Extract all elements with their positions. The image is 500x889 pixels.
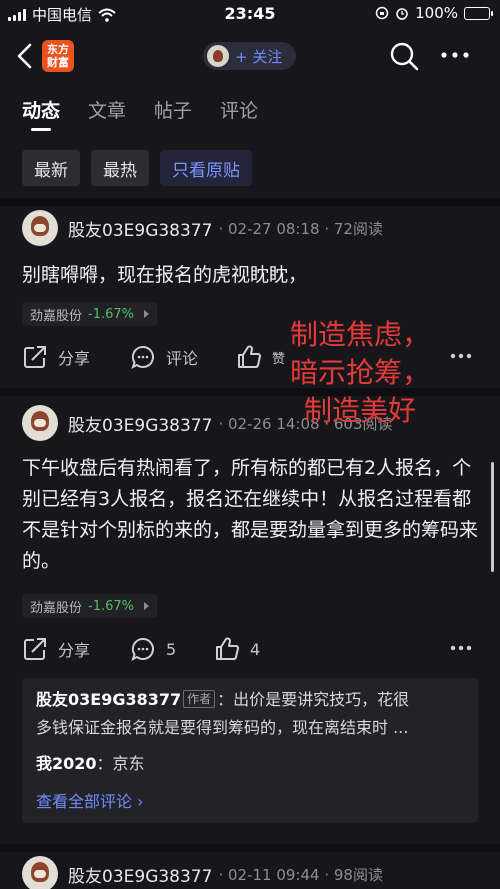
comment-author[interactable]: 股友03E9G38377 <box>36 690 181 709</box>
share-icon <box>24 638 46 660</box>
comment-icon <box>131 637 154 661</box>
filter-latest[interactable]: 最新 <box>22 150 80 186</box>
chevron-right-icon <box>144 602 150 610</box>
author-badge: 作者 <box>183 690 216 708</box>
status-bar: 中国电信 23:45 100% <box>0 0 500 28</box>
tab-posts[interactable]: 帖子 <box>154 96 192 123</box>
like-button[interactable]: 4 <box>214 636 260 662</box>
battery-icon <box>464 6 493 20</box>
comment-line: 我2020：京东 <box>36 751 468 777</box>
stock-tag[interactable]: 劲嘉股份 -1.67% <box>22 302 158 326</box>
comment-label: 评论 <box>166 349 199 368</box>
post-meta: · 02-27 08:18 · 72阅读 <box>218 219 383 238</box>
chevron-right-icon <box>144 310 150 318</box>
post-header: 股友03E9G38377 · 02-11 09:44 · 98阅读 <box>22 856 383 889</box>
comment-author[interactable]: 我2020 <box>36 754 97 773</box>
thumbs-up-icon <box>216 637 240 660</box>
avatar[interactable] <box>22 405 58 441</box>
section-divider <box>0 844 500 852</box>
post-header: 股友03E9G38377 · 02-27 08:18 · 72阅读 <box>22 210 383 246</box>
nav-bar: 东方 财富 + 关注 <box>0 36 500 76</box>
thumbs-up-icon <box>238 345 262 368</box>
logo-line1: 东方 <box>47 43 69 56</box>
status-right: 100% <box>375 4 493 22</box>
more-options-icon[interactable] <box>450 644 472 652</box>
comment-preview[interactable]: 股友03E9G38377 作者 ：出价是要讲究技巧，花很 多钱保证金报名就是要得到筹… <box>22 678 478 823</box>
avatar[interactable] <box>22 856 58 889</box>
stock-name: 劲嘉股份 <box>30 308 83 324</box>
tab-bar: 动态 文章 帖子 评论 <box>22 96 258 123</box>
share-button[interactable]: 分享 <box>22 636 90 662</box>
annotation-line1: 制造焦虑， <box>289 318 430 351</box>
share-button[interactable]: 分享 <box>22 344 90 370</box>
post-card[interactable]: 股友03E9G38377 · 02-11 09:44 · 98阅读 <box>0 856 500 889</box>
filter-original-only[interactable]: 只看原贴 <box>160 150 252 186</box>
more-options-icon[interactable] <box>450 352 472 360</box>
stock-change: -1.67% <box>88 306 135 322</box>
alarm-icon <box>396 8 408 20</box>
like-button[interactable]: 赞 <box>236 344 285 370</box>
section-divider <box>0 198 500 206</box>
post-actions: 分享 5 4 <box>22 636 478 664</box>
tab-articles[interactable]: 文章 <box>88 96 126 123</box>
stock-change: -1.67% <box>88 598 135 614</box>
comment-text: ：京东 <box>96 754 145 773</box>
back-arrow-icon[interactable] <box>14 42 38 70</box>
battery-percent: 100% <box>415 4 458 22</box>
filter-bar: 最新 最热 只看原贴 <box>22 150 252 186</box>
follow-avatar <box>207 45 229 67</box>
avatar[interactable] <box>22 210 58 246</box>
comment-button[interactable]: 评论 <box>130 344 198 370</box>
follow-label: + 关注 <box>235 47 283 66</box>
stock-tag[interactable]: 劲嘉股份 -1.67% <box>22 594 158 618</box>
tab-dynamic[interactable]: 动态 <box>22 96 60 123</box>
annotation-overlay: 制造焦虑， 暗示抢筹， 制造美好 <box>280 316 440 430</box>
annotation-line2: 暗示抢筹， <box>289 356 430 389</box>
post-author[interactable]: 股友03E9G38377 <box>68 411 212 436</box>
tab-comments[interactable]: 评论 <box>220 96 258 123</box>
comment-button[interactable]: 5 <box>130 636 176 662</box>
rotation-lock-icon <box>375 6 389 20</box>
post-meta: · 02-11 09:44 · 98阅读 <box>218 865 383 884</box>
post-text[interactable]: 下午收盘后有热闹看了，所有标的都已有2人报名，个别已经有3人报名，报名还在继续中… <box>22 453 478 577</box>
scrollbar[interactable] <box>491 462 494 572</box>
filter-hottest[interactable]: 最热 <box>91 150 149 186</box>
comment-icon <box>131 345 154 369</box>
share-label: 分享 <box>58 641 91 660</box>
more-options-icon[interactable] <box>440 45 470 65</box>
comment-text: ：出价是要讲究技巧，花很 <box>217 690 410 709</box>
post-author[interactable]: 股友03E9G38377 <box>68 216 212 241</box>
search-icon[interactable] <box>389 41 419 71</box>
share-label: 分享 <box>58 349 91 368</box>
comment-line: 股友03E9G38377 作者 ：出价是要讲究技巧，花很 <box>36 687 468 713</box>
follow-button[interactable]: + 关注 <box>203 42 296 70</box>
like-count: 4 <box>250 639 261 659</box>
view-all-comments-link[interactable]: 查看全部评论 › <box>36 788 144 812</box>
logo-line2: 财富 <box>47 56 69 69</box>
post-text[interactable]: 别瞎嘚嘚，现在报名的虎视眈眈， <box>22 260 478 291</box>
post-card[interactable]: 股友03E9G38377 · 02-26 14:08 · 603阅读 下午收盘后… <box>0 405 500 845</box>
app-logo: 东方 财富 <box>42 40 74 72</box>
annotation-line3: 制造美好 <box>303 394 416 427</box>
share-icon <box>24 346 46 368</box>
post-author[interactable]: 股友03E9G38377 <box>68 862 212 887</box>
stock-name: 劲嘉股份 <box>30 600 83 616</box>
comment-count: 5 <box>166 639 177 659</box>
comment-text-continued: 多钱保证金报名就是要得到筹码的，现在离结束时 ... <box>36 718 409 737</box>
